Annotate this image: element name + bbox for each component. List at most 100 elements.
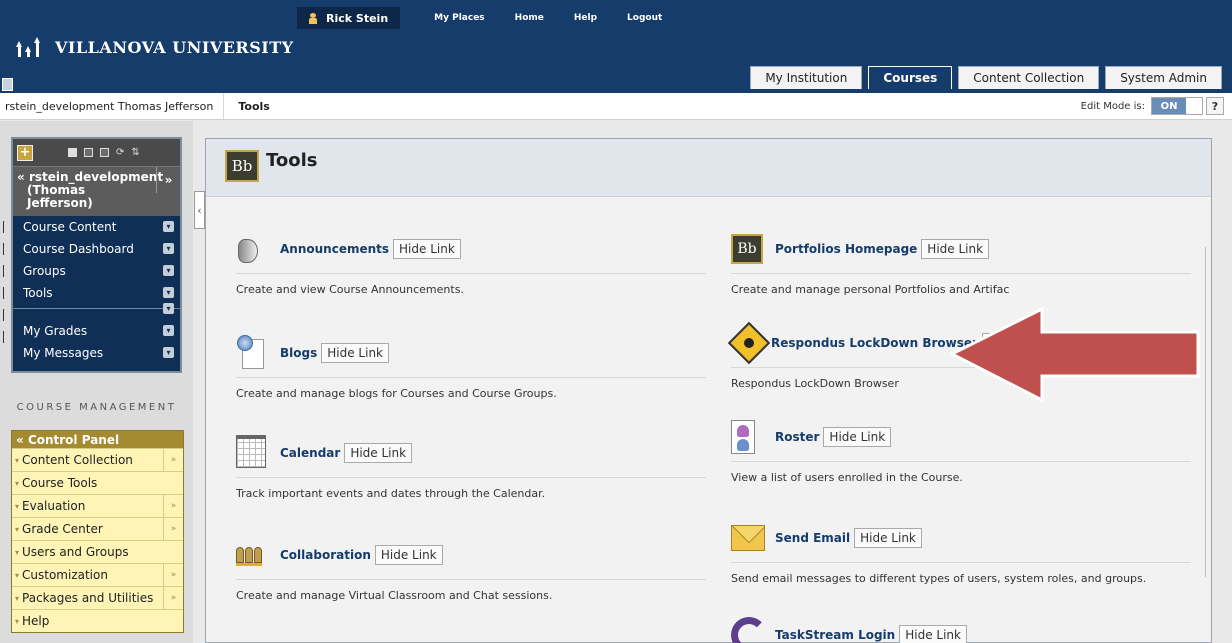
reorder-icon[interactable]: ⇅	[131, 148, 139, 158]
cp-item-content-collection[interactable]: ▾ Content Collection »	[12, 448, 183, 471]
hide-link-button[interactable]: Hide Link	[344, 443, 413, 463]
menu-item-groups[interactable]: Groups ▾	[13, 260, 180, 282]
divider	[731, 461, 1191, 462]
hide-link-button[interactable]: Hide Link	[921, 239, 990, 259]
list-view-icon[interactable]	[68, 148, 77, 157]
tool-link[interactable]: TaskStream Login	[775, 628, 895, 642]
menu-item-my-messages[interactable]: My Messages ▾	[13, 342, 180, 364]
menu-item-course-content[interactable]: Course Content ▾	[13, 216, 180, 238]
tool-description: Track important events and dates through…	[236, 487, 546, 500]
drag-handle-icon[interactable]	[3, 221, 9, 233]
chevron-down-icon[interactable]: ▾	[163, 265, 174, 276]
hide-link-button[interactable]: Hide Link	[854, 528, 922, 548]
drag-handle-icon[interactable]	[3, 309, 9, 321]
tool-link[interactable]: Collaboration	[280, 548, 371, 562]
hide-link-button[interactable]: Hide Link	[374, 545, 443, 565]
tool-collaboration: Collaboration Hide Link Create and manag…	[236, 537, 706, 602]
help-button[interactable]: ?	[1206, 97, 1224, 115]
drag-handle-icon[interactable]	[3, 243, 9, 255]
folder-view-icon[interactable]	[84, 148, 93, 157]
envelope-icon	[731, 525, 765, 551]
chevron-down-icon[interactable]: ▾	[163, 303, 174, 314]
tab-content-collection[interactable]: Content Collection	[958, 66, 1100, 89]
menu-item-label: My Messages	[23, 346, 104, 360]
tool-description: View a list of users enrolled in the Cou…	[731, 471, 963, 484]
breadcrumb-course[interactable]: rstein_development Thomas Jefferson	[0, 93, 225, 119]
tool-link[interactable]: Calendar	[280, 446, 340, 460]
tool-link[interactable]: Blogs	[280, 346, 317, 360]
link-help[interactable]: Help	[574, 13, 597, 23]
chevron-down-icon: ▾	[15, 501, 20, 511]
hide-link-button[interactable]: Hide Link	[393, 239, 461, 259]
chevron-down-icon: ▾	[15, 524, 20, 534]
menu-item-course-dashboard[interactable]: Course Dashboard ▾	[13, 238, 180, 260]
user-name: Rick Stein	[326, 11, 389, 25]
cp-item-course-tools[interactable]: ▾ Course Tools	[12, 471, 183, 494]
course-menu-title[interactable]: « rstein_development (Thomas Jefferson) …	[13, 166, 180, 216]
menu-item-my-grades[interactable]: My Grades ▾	[13, 320, 180, 342]
cp-item-packages-utilities[interactable]: ▾ Packages and Utilities »	[12, 586, 183, 609]
chevron-down-icon[interactable]: ▾	[163, 325, 174, 336]
scrollbar[interactable]	[1205, 247, 1211, 577]
double-chevron-icon[interactable]: »	[163, 449, 183, 471]
blackboard-icon: Bb	[731, 234, 763, 264]
chevron-down-icon[interactable]: ▾	[163, 221, 174, 232]
double-chevron-icon[interactable]: »	[163, 495, 183, 517]
tool-taskstream: TaskStream Login Hide Link	[731, 617, 1191, 643]
drag-handle-icon[interactable]	[3, 265, 9, 277]
drag-handle-icon[interactable]	[3, 331, 9, 343]
hide-link-button[interactable]: Hide Link	[321, 343, 389, 363]
refresh-icon[interactable]: ⟳	[116, 148, 124, 158]
menu-item-label: Groups	[23, 264, 66, 278]
tool-roster: Roster Hide Link View a list of users en…	[731, 419, 1191, 484]
add-menu-item-button[interactable]: +	[17, 144, 33, 161]
tool-description: Create and manage blogs for Courses and …	[236, 387, 557, 400]
hide-link-button[interactable]: Hide Link	[823, 427, 892, 447]
university-logo[interactable]: VILLANOVA UNIVERSITY	[16, 37, 294, 57]
cp-item-help[interactable]: ▾ Help	[12, 609, 183, 632]
double-chevron-icon[interactable]: »	[163, 564, 183, 586]
drag-handle-icon[interactable]	[3, 287, 9, 299]
person-icon	[309, 12, 317, 24]
link-home[interactable]: Home	[515, 13, 544, 23]
menu-item-tools[interactable]: Tools ▾	[13, 282, 180, 304]
control-panel-header[interactable]: « Control Panel	[12, 431, 183, 448]
breadcrumb-current: Tools	[238, 99, 270, 113]
tool-link[interactable]: Respondus LockDown Browser	[771, 336, 978, 350]
menu-item-label: My Grades	[23, 324, 88, 338]
tool-link[interactable]: Roster	[775, 430, 819, 444]
cp-item-customization[interactable]: ▾ Customization »	[12, 563, 183, 586]
tool-link[interactable]: Send Email	[775, 531, 850, 545]
tool-blogs: Blogs Hide Link Create and manage blogs …	[236, 335, 706, 400]
double-chevron-icon[interactable]: »	[163, 587, 183, 609]
link-logout[interactable]: Logout	[627, 13, 662, 23]
tab-system-admin[interactable]: System Admin	[1105, 66, 1222, 89]
hide-link-button[interactable]: Hide Link	[899, 625, 967, 643]
tool-announcements: Announcements Hide Link Create and view …	[236, 231, 706, 296]
menu-item-label: Course Dashboard	[23, 242, 134, 256]
collapse-sidebar-button[interactable]: ‹	[194, 191, 205, 229]
tab-courses[interactable]: Courses	[868, 66, 953, 89]
tool-link[interactable]: Portfolios Homepage	[775, 242, 917, 256]
megaphone-icon	[236, 234, 262, 264]
spires-icon	[16, 37, 45, 57]
chevron-down-icon[interactable]: ▾	[163, 243, 174, 254]
window-view-icon[interactable]	[100, 148, 109, 157]
user-badge[interactable]: Rick Stein	[297, 7, 401, 29]
tab-my-institution[interactable]: My Institution	[750, 66, 863, 89]
chevron-down-icon[interactable]: ▾	[163, 347, 174, 358]
cp-item-grade-center[interactable]: ▾ Grade Center »	[12, 517, 183, 540]
cp-item-label: Users and Groups	[22, 545, 129, 559]
cp-item-evaluation[interactable]: ▾ Evaluation »	[12, 494, 183, 517]
link-my-places[interactable]: My Places	[434, 13, 485, 23]
tool-link[interactable]: Announcements	[280, 242, 389, 256]
divider	[731, 562, 1191, 563]
chevron-down-icon[interactable]: ▾	[163, 287, 174, 298]
double-chevron-icon[interactable]: »	[156, 167, 180, 193]
blog-icon	[236, 335, 266, 371]
breadcrumb: rstein_development Thomas Jefferson Tool…	[0, 93, 1232, 120]
menu-toggle-icon[interactable]	[2, 78, 13, 91]
cp-item-users-and-groups[interactable]: ▾ Users and Groups	[12, 540, 183, 563]
double-chevron-icon[interactable]: »	[163, 518, 183, 540]
edit-mode-toggle[interactable]: ON	[1151, 97, 1203, 115]
